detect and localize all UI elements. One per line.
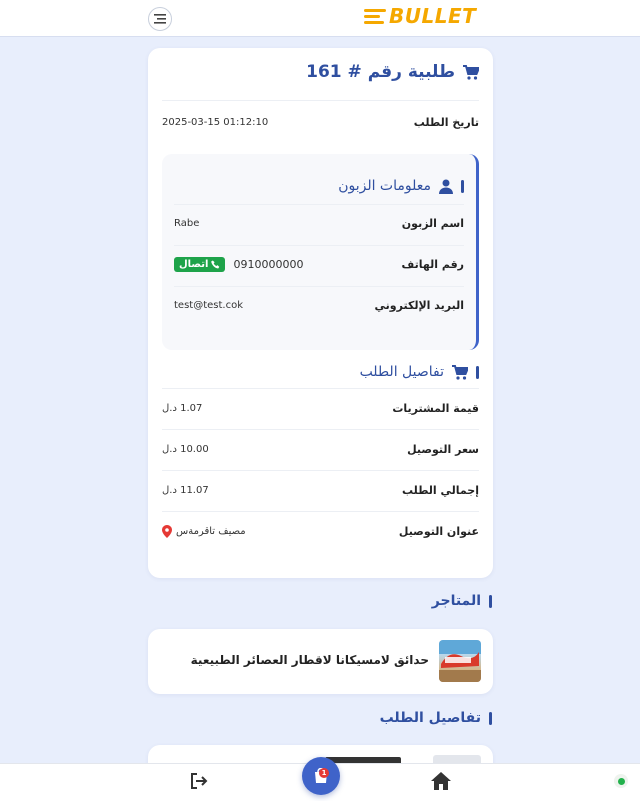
delivery-address-label: عنوان التوصيل [398, 524, 479, 538]
user-icon [439, 179, 453, 194]
section-accent-bar [461, 179, 464, 193]
customer-email-label: البريد الإلكتروني [374, 298, 464, 312]
brand-logo: BULLET [364, 4, 476, 28]
total-row: إجمالي الطلب 11.07 د.ل [162, 480, 479, 500]
phone-wrap: اتصال 0910000000 [174, 256, 304, 272]
address-wrap[interactable]: مصيف تاقرمةس [162, 524, 246, 538]
delivery-price-row: سعر التوصيل 10.00 د.ل [162, 439, 479, 459]
order-details-header: تفاصيل الطلب [360, 364, 479, 380]
total-label: إجمالي الطلب [401, 483, 479, 497]
menu-icon [154, 14, 166, 24]
store-logo-image [439, 640, 481, 682]
top-bar: BULLET [0, 0, 640, 37]
order-date-row: تاريخ الطلب 2025-03-15 01:12:10 [162, 112, 479, 132]
customer-phone-row: رقم الهاتف اتصال 0910000000 [174, 254, 464, 274]
order-card: طلبية رقم # 161 تاريخ الطلب 2025-03-15 0… [148, 48, 493, 578]
logo-text: BULLET [389, 4, 477, 28]
order-title: طلبية رقم # 161 [306, 62, 479, 82]
customer-name-value: Rabe [174, 217, 200, 229]
purchases-label: قيمة المشتريات [392, 401, 479, 415]
home-icon [431, 772, 451, 790]
customer-name-row: اسم الزبون Rabe [174, 213, 464, 233]
section-accent-bar [476, 365, 479, 379]
section-accent-bar [489, 711, 492, 725]
total-value: 11.07 د.ل [162, 484, 209, 496]
call-button-label: اتصال [179, 258, 209, 270]
store-name: حدائق لامسيكانا لاقطار العصائر الطبيعية [190, 653, 429, 667]
order-items-header: تفاصيل الطلب [380, 710, 492, 726]
section-accent-bar [489, 594, 492, 608]
cart-icon [452, 364, 468, 380]
delivery-address-value: مصيف تاقرمةس [176, 525, 246, 537]
divider [174, 286, 464, 287]
location-pin-icon [162, 524, 172, 538]
customer-info-header: معلومات الزبون [338, 178, 464, 194]
customer-email-value: test@test.cok [174, 299, 243, 311]
purchases-value: 1.07 د.ل [162, 402, 203, 414]
cart-icon [463, 64, 479, 80]
phone-icon [211, 259, 220, 269]
divider [162, 470, 479, 471]
divider [162, 511, 479, 512]
purchases-row: قيمة المشتريات 1.07 د.ل [162, 398, 479, 418]
order-details-title: تفاصيل الطلب [359, 364, 444, 380]
call-button[interactable]: اتصال [174, 256, 226, 272]
stores-header: المتاجر [432, 593, 492, 609]
customer-email-row: البريد الإلكتروني test@test.cok [174, 295, 464, 315]
divider [174, 204, 464, 205]
delivery-price-label: سعر التوصيل [407, 442, 479, 456]
cart-badge: 1 [319, 768, 329, 778]
order-date-value: 2025-03-15 01:12:10 [162, 116, 269, 128]
customer-phone-value: 0910000000 [233, 257, 304, 271]
divider [162, 429, 479, 430]
stores-title: المتاجر [431, 593, 481, 609]
divider [162, 100, 479, 101]
divider [174, 245, 464, 246]
home-button[interactable] [431, 772, 451, 794]
cart-fab-button[interactable]: 1 [302, 757, 340, 795]
delivery-address-row: عنوان التوصيل مصيف تاقرمةس [162, 521, 479, 541]
store-card[interactable]: حدائق لامسيكانا لاقطار العصائر الطبيعية [148, 629, 493, 694]
order-items-title: تفاصيل الطلب [379, 710, 481, 726]
customer-info-panel: معلومات الزبون اسم الزبون Rabe رقم الهات… [162, 154, 479, 350]
divider [162, 388, 479, 389]
online-status-indicator [614, 774, 628, 788]
customer-info-title: معلومات الزبون [338, 178, 431, 194]
order-date-label: تاريخ الطلب [413, 115, 479, 129]
customer-phone-label: رقم الهاتف [401, 257, 464, 271]
logout-button[interactable] [190, 773, 208, 793]
menu-button[interactable] [148, 7, 172, 31]
order-title-text: طلبية رقم # 161 [306, 62, 455, 82]
customer-name-label: اسم الزبون [401, 216, 464, 230]
logo-speed-lines [364, 8, 386, 24]
delivery-price-value: 10.00 د.ل [162, 443, 209, 455]
logout-icon [191, 773, 208, 789]
